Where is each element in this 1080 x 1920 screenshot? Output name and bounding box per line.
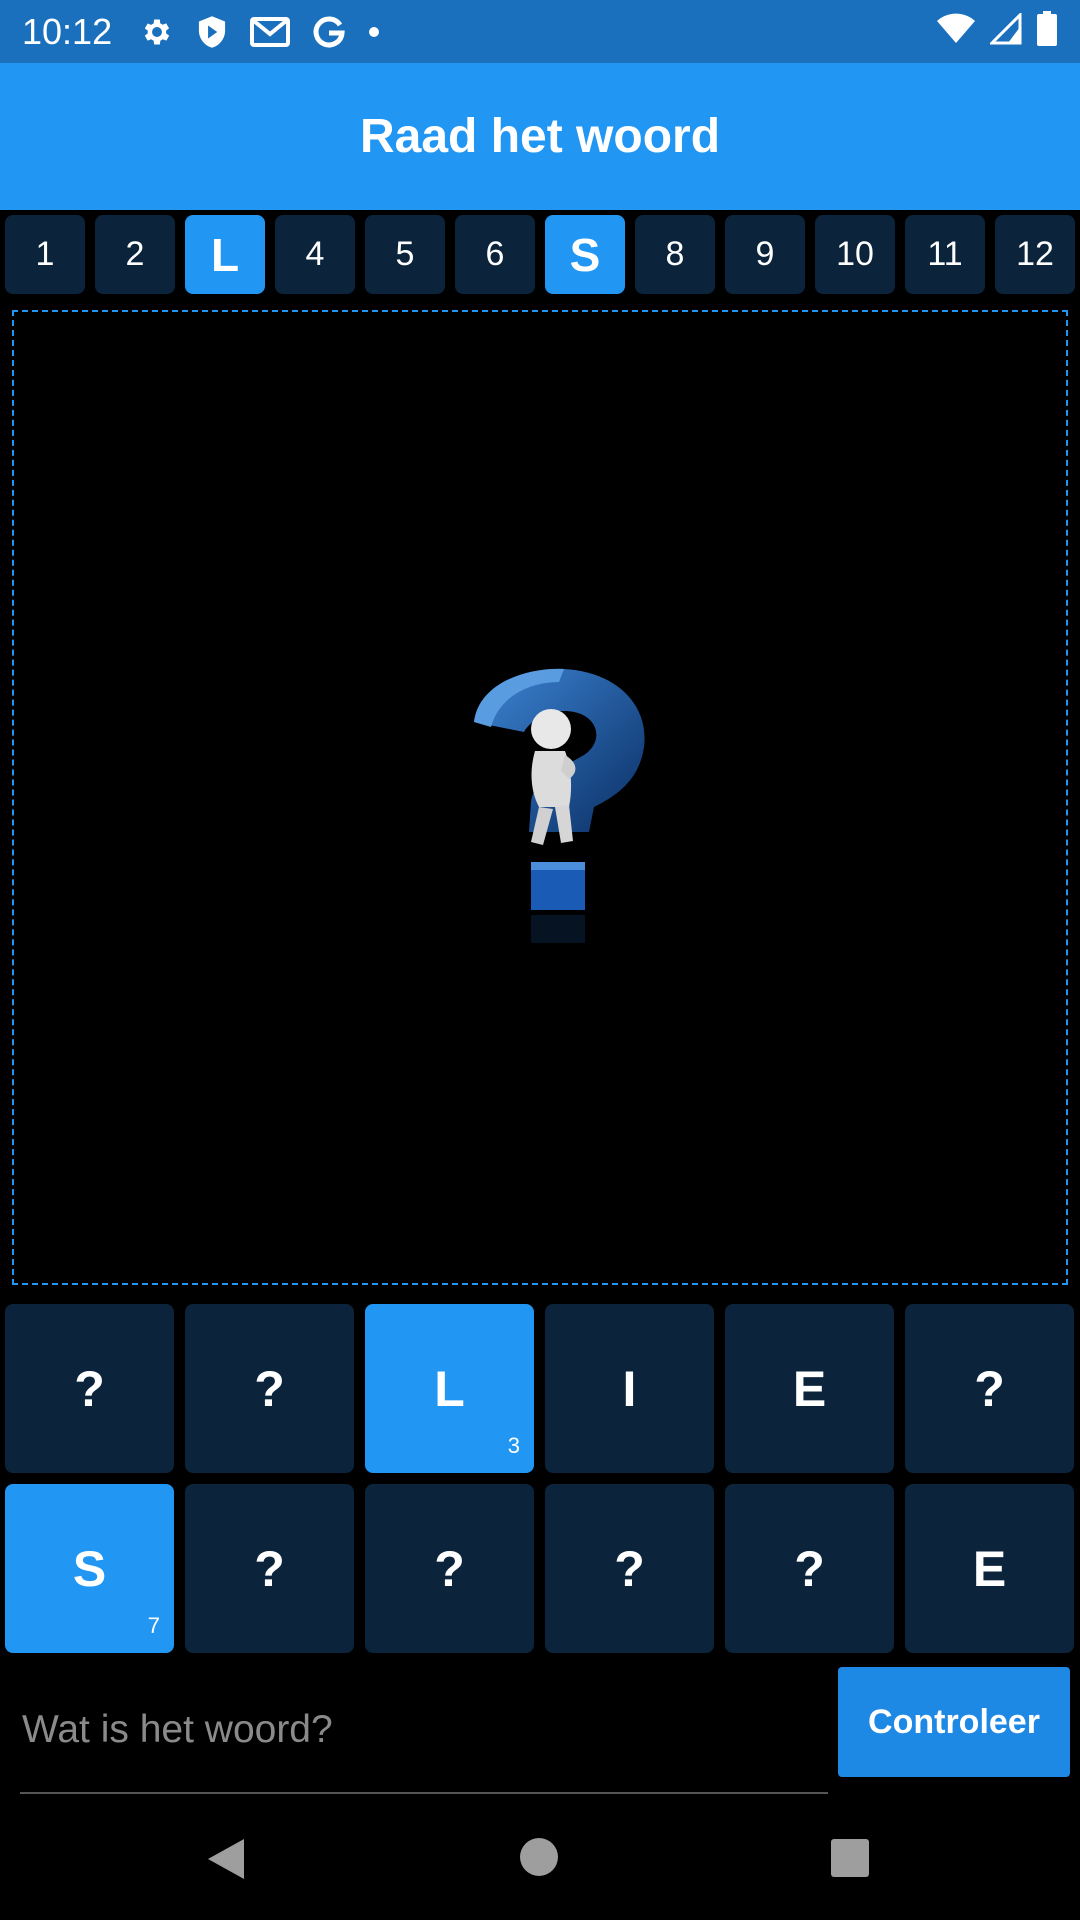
puzzle-image-frame xyxy=(12,310,1068,1285)
shield-icon xyxy=(196,15,228,49)
gmail-icon xyxy=(250,16,291,48)
letter-char: I xyxy=(622,1360,637,1417)
letter-char: E xyxy=(972,1540,1007,1597)
signal-icon xyxy=(988,11,1022,50)
position-tile-1[interactable]: 1 xyxy=(5,215,85,294)
gear-icon xyxy=(140,15,174,49)
home-icon[interactable] xyxy=(519,1837,559,1882)
position-tile-4[interactable]: 4 xyxy=(275,215,355,294)
check-button[interactable]: Controleer xyxy=(838,1667,1070,1777)
page-title: Raad het woord xyxy=(359,110,721,163)
letter-tile-7[interactable]: S7 xyxy=(5,1484,174,1653)
letter-char: ? xyxy=(254,1360,285,1417)
letter-tile-11[interactable]: ? xyxy=(725,1484,894,1653)
battery-icon xyxy=(1036,11,1058,52)
recents-icon[interactable] xyxy=(830,1838,870,1883)
letter-tile-10[interactable]: ? xyxy=(545,1484,714,1653)
system-icons xyxy=(936,11,1058,52)
dot-icon xyxy=(368,26,380,38)
answer-input[interactable] xyxy=(20,1668,828,1794)
position-tile-8[interactable]: 8 xyxy=(635,215,715,294)
letter-char: ? xyxy=(254,1540,285,1597)
position-tile-10[interactable]: 10 xyxy=(815,215,895,294)
position-tile-11[interactable]: 11 xyxy=(905,215,985,294)
position-tile-9[interactable]: 9 xyxy=(725,215,805,294)
letter-char: ? xyxy=(434,1540,465,1597)
letter-char: ? xyxy=(794,1540,825,1597)
position-tile-3[interactable]: L xyxy=(185,215,265,294)
navigation-bar xyxy=(0,1800,1080,1920)
question-mark-thinking-figure-icon xyxy=(474,668,645,943)
letter-tile-12[interactable]: E xyxy=(905,1484,1074,1653)
letter-char: E xyxy=(792,1360,827,1417)
position-tile-5[interactable]: 5 xyxy=(365,215,445,294)
back-icon[interactable] xyxy=(206,1837,246,1886)
app-bar: Raad het woord xyxy=(0,63,1080,210)
letter-position-number: 3 xyxy=(507,1433,520,1458)
letter-position-number: 7 xyxy=(147,1613,160,1638)
status-bar: 10:12 xyxy=(0,0,1080,63)
app-screen: 10:12 Raad het woord 1 2 L 4 5 6 S 8 9 1… xyxy=(0,0,1080,1920)
position-tile-2[interactable]: 2 xyxy=(95,215,175,294)
letter-position-strip: 1 2 L 4 5 6 S 8 9 10 11 12 xyxy=(5,215,1075,295)
position-tile-6[interactable]: 6 xyxy=(455,215,535,294)
letter-char: L xyxy=(434,1360,465,1417)
letter-char: ? xyxy=(974,1360,1005,1417)
letter-tile-9[interactable]: ? xyxy=(365,1484,534,1653)
position-tile-7[interactable]: S xyxy=(545,215,625,294)
letter-tile-2[interactable]: ? xyxy=(185,1304,354,1473)
notification-icons xyxy=(140,15,380,49)
letter-tile-3[interactable]: L3 xyxy=(365,1304,534,1473)
position-tile-12[interactable]: 12 xyxy=(995,215,1075,294)
letter-tile-5[interactable]: E xyxy=(725,1304,894,1473)
letter-char: ? xyxy=(614,1540,645,1597)
google-icon xyxy=(312,15,346,49)
letter-char: S xyxy=(72,1540,107,1597)
letter-tile-4[interactable]: I xyxy=(545,1304,714,1473)
letter-tile-1[interactable]: ? xyxy=(5,1304,174,1473)
wifi-icon xyxy=(936,13,976,50)
letter-tile-6[interactable]: ? xyxy=(905,1304,1074,1473)
status-time: 10:12 xyxy=(22,10,113,52)
letter-tile-8[interactable]: ? xyxy=(185,1484,354,1653)
letter-char: ? xyxy=(74,1360,105,1417)
letter-grid: ? ? L3 I E ? S7 ? ? ? ? E xyxy=(5,1304,1075,1653)
